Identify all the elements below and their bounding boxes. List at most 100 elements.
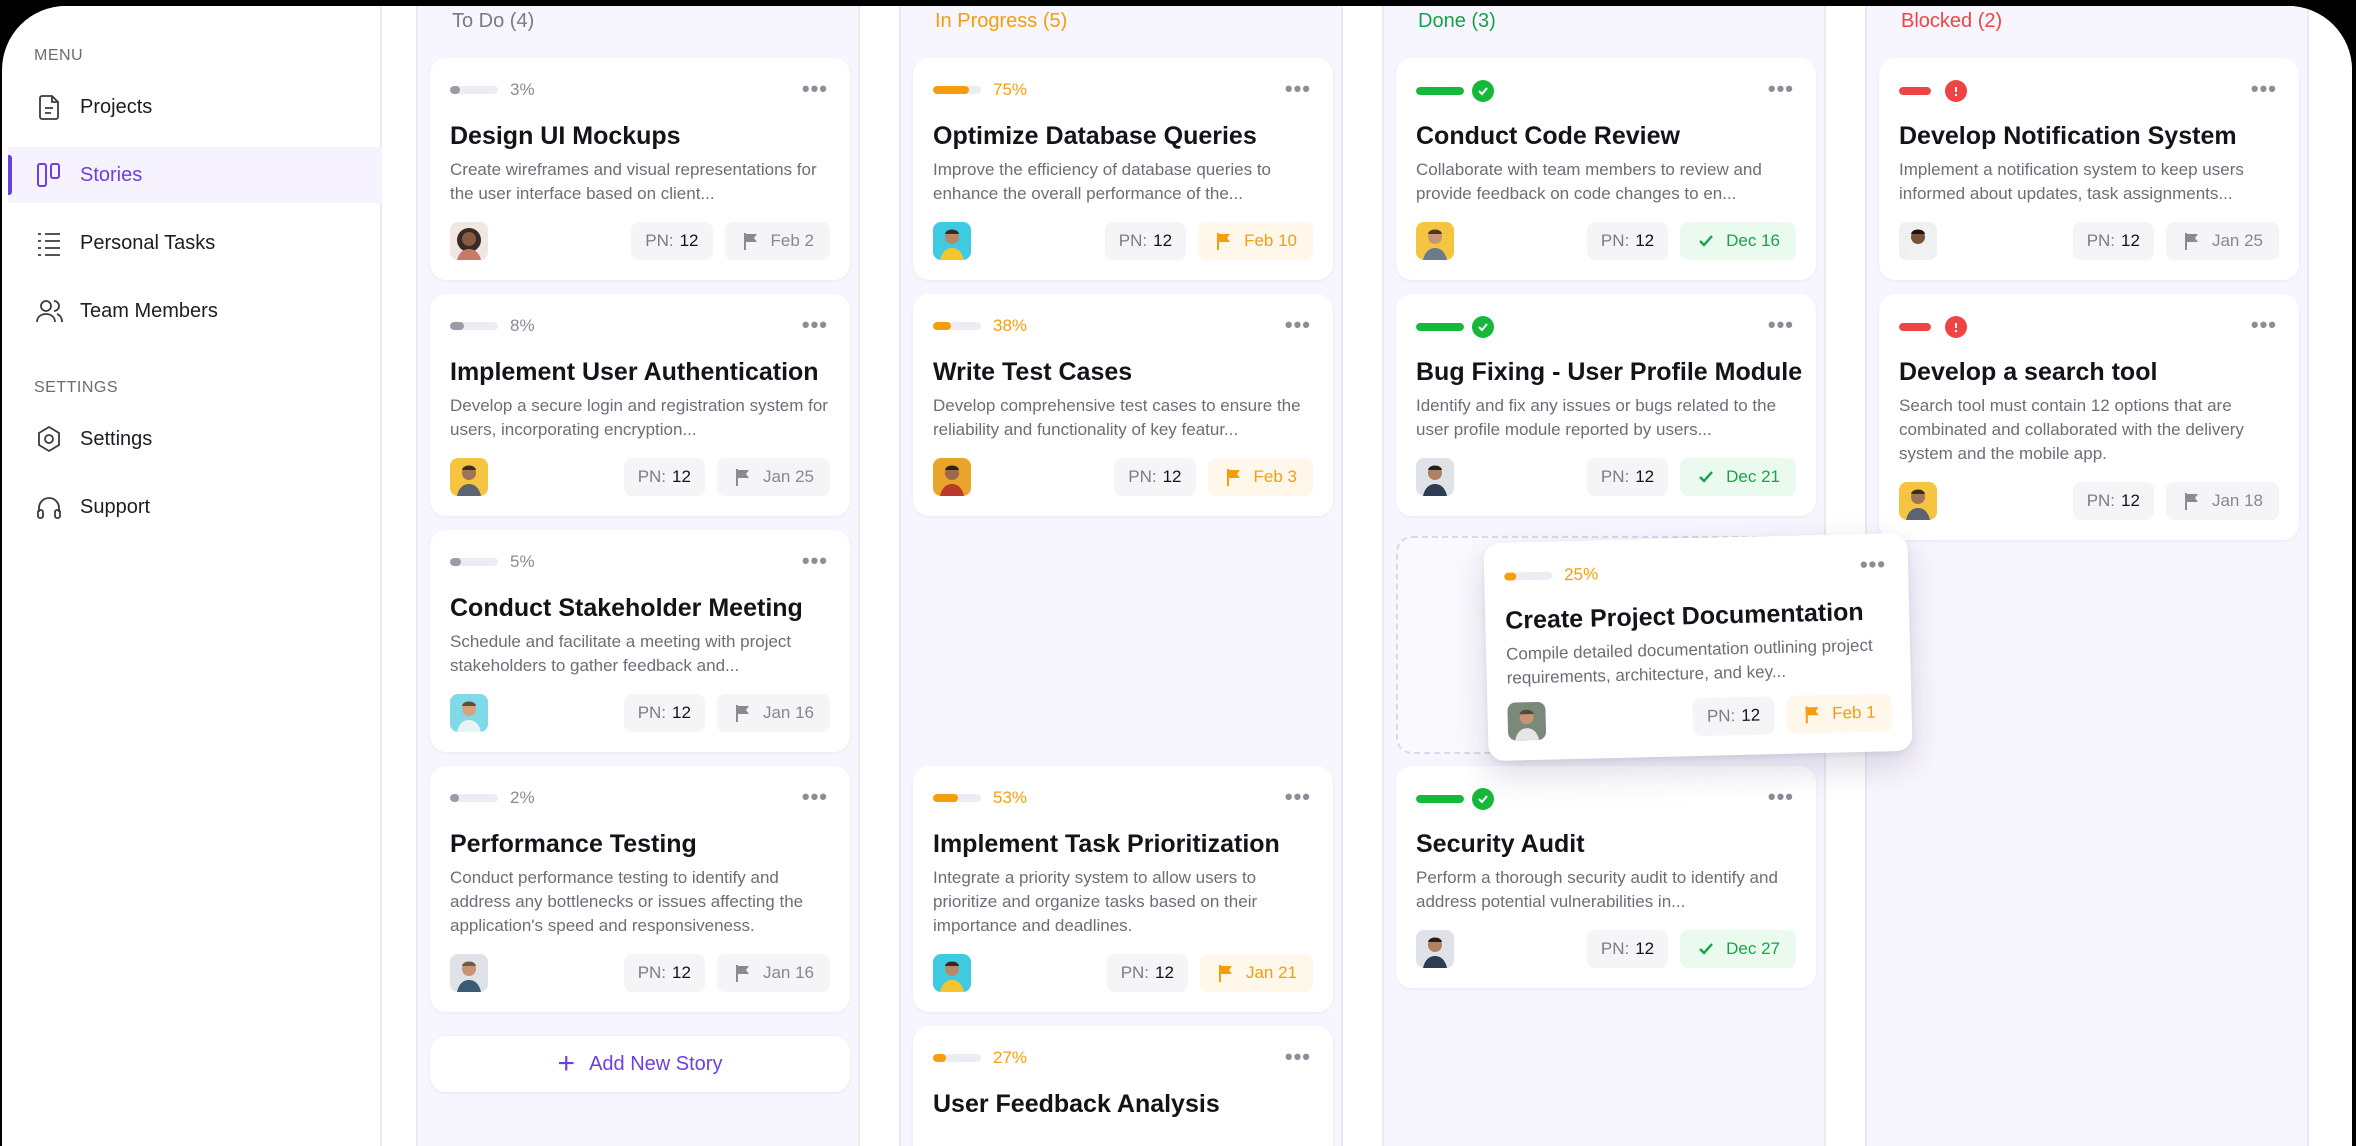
headphones-icon xyxy=(37,497,61,519)
story-card[interactable]: 27% ••• User Feedback Analysis xyxy=(913,1026,1333,1146)
more-options-icon[interactable]: ••• xyxy=(2251,76,2277,102)
story-card[interactable]: ••• Develop Notification System Implemen… xyxy=(1879,58,2299,280)
card-title: Optimize Database Queries xyxy=(933,122,1257,150)
progress-indicator xyxy=(1899,316,1967,338)
avatar[interactable] xyxy=(1899,222,1937,260)
more-options-icon[interactable]: ••• xyxy=(802,784,828,810)
card-title: Develop a search tool xyxy=(1899,358,2158,386)
story-card[interactable]: ••• Conduct Code Review Collaborate with… xyxy=(1396,58,1816,280)
sidebar-item-label: Personal Tasks xyxy=(80,231,216,254)
avatar[interactable] xyxy=(933,222,971,260)
sidebar-item-settings[interactable]: Settings xyxy=(8,411,382,467)
check-icon xyxy=(1699,471,1714,483)
alert-circle-icon xyxy=(1945,316,1967,338)
avatar[interactable] xyxy=(1416,222,1454,260)
more-options-icon[interactable]: ••• xyxy=(1285,784,1311,810)
check-circle-icon xyxy=(1472,80,1494,102)
more-options-icon[interactable]: ••• xyxy=(802,312,828,338)
pn-badge: PN: 12 xyxy=(1586,930,1669,968)
avatar[interactable] xyxy=(450,954,488,992)
progress-indicator: 38% xyxy=(933,316,1027,336)
sidebar-item-personal-tasks[interactable]: Personal Tasks xyxy=(8,215,382,271)
more-options-icon[interactable]: ••• xyxy=(1860,551,1887,578)
sidebar-item-projects[interactable]: Projects xyxy=(8,79,382,135)
card-description: Identify and fix any issues or bugs rela… xyxy=(1416,396,1777,439)
story-card[interactable]: 3% ••• Design UI Mockups Create wirefram… xyxy=(430,58,850,280)
card-title: Write Test Cases xyxy=(933,358,1133,386)
avatar[interactable] xyxy=(450,458,488,496)
sidebar-item-team-members[interactable]: Team Members xyxy=(8,283,382,339)
progress-indicator: 8% xyxy=(450,316,535,336)
add-new-story-button[interactable]: + Add New Story xyxy=(430,1036,850,1092)
column-todo: To Do (4) 3% ••• Design UI Mockups Creat… xyxy=(416,6,860,1146)
avatar[interactable] xyxy=(1899,482,1937,520)
card-description: Collaborate with team members to review … xyxy=(1416,160,1762,203)
progress-percent: 8% xyxy=(510,316,535,335)
sidebar-item-support[interactable]: Support xyxy=(8,479,382,535)
card-description: Create wireframes and visual representat… xyxy=(450,160,817,203)
more-options-icon[interactable]: ••• xyxy=(1768,76,1794,102)
story-card[interactable]: ••• Develop a search tool Search tool mu… xyxy=(1879,294,2299,540)
more-options-icon[interactable]: ••• xyxy=(1768,312,1794,338)
pn-badge: PN: 12 xyxy=(631,222,713,260)
more-options-icon[interactable]: ••• xyxy=(1768,784,1794,810)
more-options-icon[interactable]: ••• xyxy=(802,548,828,574)
progress-indicator: 27% xyxy=(933,1048,1027,1068)
card-title: Bug Fixing - User Profile Module xyxy=(1416,358,1803,386)
kanban-icon xyxy=(37,163,60,187)
story-card[interactable]: ••• Security Audit Perform a thorough se… xyxy=(1396,766,1816,988)
more-options-icon[interactable]: ••• xyxy=(2251,312,2277,338)
avatar[interactable] xyxy=(1416,458,1454,496)
card-title: Performance Testing xyxy=(450,830,697,858)
pn-badge: PN: 12 xyxy=(1104,222,1187,260)
more-options-icon[interactable]: ••• xyxy=(1285,76,1311,102)
card-description: Schedule and facilitate a meeting with p… xyxy=(450,632,792,675)
story-card[interactable]: 2% ••• Performance Testing Conduct perfo… xyxy=(430,766,850,1012)
card-description: Develop a secure login and registration … xyxy=(450,396,828,439)
document-icon xyxy=(39,95,59,120)
more-options-icon[interactable]: ••• xyxy=(1285,1044,1311,1070)
card-description: Compile detailed documentation outlining… xyxy=(1505,635,1873,688)
progress-indicator xyxy=(1899,80,1967,102)
story-card[interactable]: 5% ••• Conduct Stakeholder Meeting Sched… xyxy=(430,530,850,752)
progress-percent: 38% xyxy=(993,316,1028,335)
column-title: Blocked (2) xyxy=(1901,10,2003,32)
due-date-badge: Dec 27 xyxy=(1680,930,1796,968)
sidebar-item-label: Team Members xyxy=(80,299,218,322)
more-options-icon[interactable]: ••• xyxy=(802,76,828,102)
story-card[interactable]: 38% ••• Write Test Cases Develop compreh… xyxy=(913,294,1333,516)
flag-icon xyxy=(1218,965,1232,982)
avatar[interactable] xyxy=(450,694,488,732)
column-title: Done (3) xyxy=(1418,10,1496,32)
due-date-badge: Jan 25 xyxy=(2165,222,2279,260)
story-card[interactable]: 75% ••• Optimize Database Queries Improv… xyxy=(913,58,1333,280)
avatar[interactable] xyxy=(933,954,971,992)
avatar[interactable] xyxy=(1507,701,1547,741)
pn-badge: PN: 12 xyxy=(623,694,705,732)
card-title: Create Project Documentation xyxy=(1504,597,1864,635)
sidebar-item-stories[interactable]: Stories xyxy=(8,147,382,203)
avatar[interactable] xyxy=(450,222,488,260)
progress-indicator: 53% xyxy=(933,788,1027,808)
more-options-icon[interactable]: ••• xyxy=(1285,312,1311,338)
card-description: Integrate a priority system to allow use… xyxy=(933,868,1258,935)
dragged-story-card[interactable]: 25% ••• Create Project Documentation Com… xyxy=(1483,532,1913,762)
hexagon-gear-icon xyxy=(38,425,60,453)
avatar[interactable] xyxy=(933,458,971,496)
card-title: User Feedback Analysis xyxy=(933,1090,1220,1118)
avatar[interactable] xyxy=(1416,930,1454,968)
story-card[interactable]: 8% ••• Implement User Authentication Dev… xyxy=(430,294,850,516)
progress-indicator: 25% xyxy=(1504,564,1598,586)
pn-badge: PN: 12 xyxy=(623,954,705,992)
card-title: Conduct Code Review xyxy=(1416,122,1680,150)
card-description: Perform a thorough security audit to ide… xyxy=(1416,868,1778,911)
flag-icon xyxy=(743,233,757,250)
story-card[interactable]: ••• Bug Fixing - User Profile Module Ide… xyxy=(1396,294,1816,516)
flag-icon xyxy=(735,469,749,486)
card-description: Implement a notification system to keep … xyxy=(1899,160,2244,203)
flag-icon xyxy=(1804,706,1819,724)
progress-indicator: 2% xyxy=(450,788,535,808)
card-title: Conduct Stakeholder Meeting xyxy=(450,594,803,622)
progress-indicator xyxy=(1416,316,1494,338)
story-card[interactable]: 53% ••• Implement Task Prioritization In… xyxy=(913,766,1333,1012)
